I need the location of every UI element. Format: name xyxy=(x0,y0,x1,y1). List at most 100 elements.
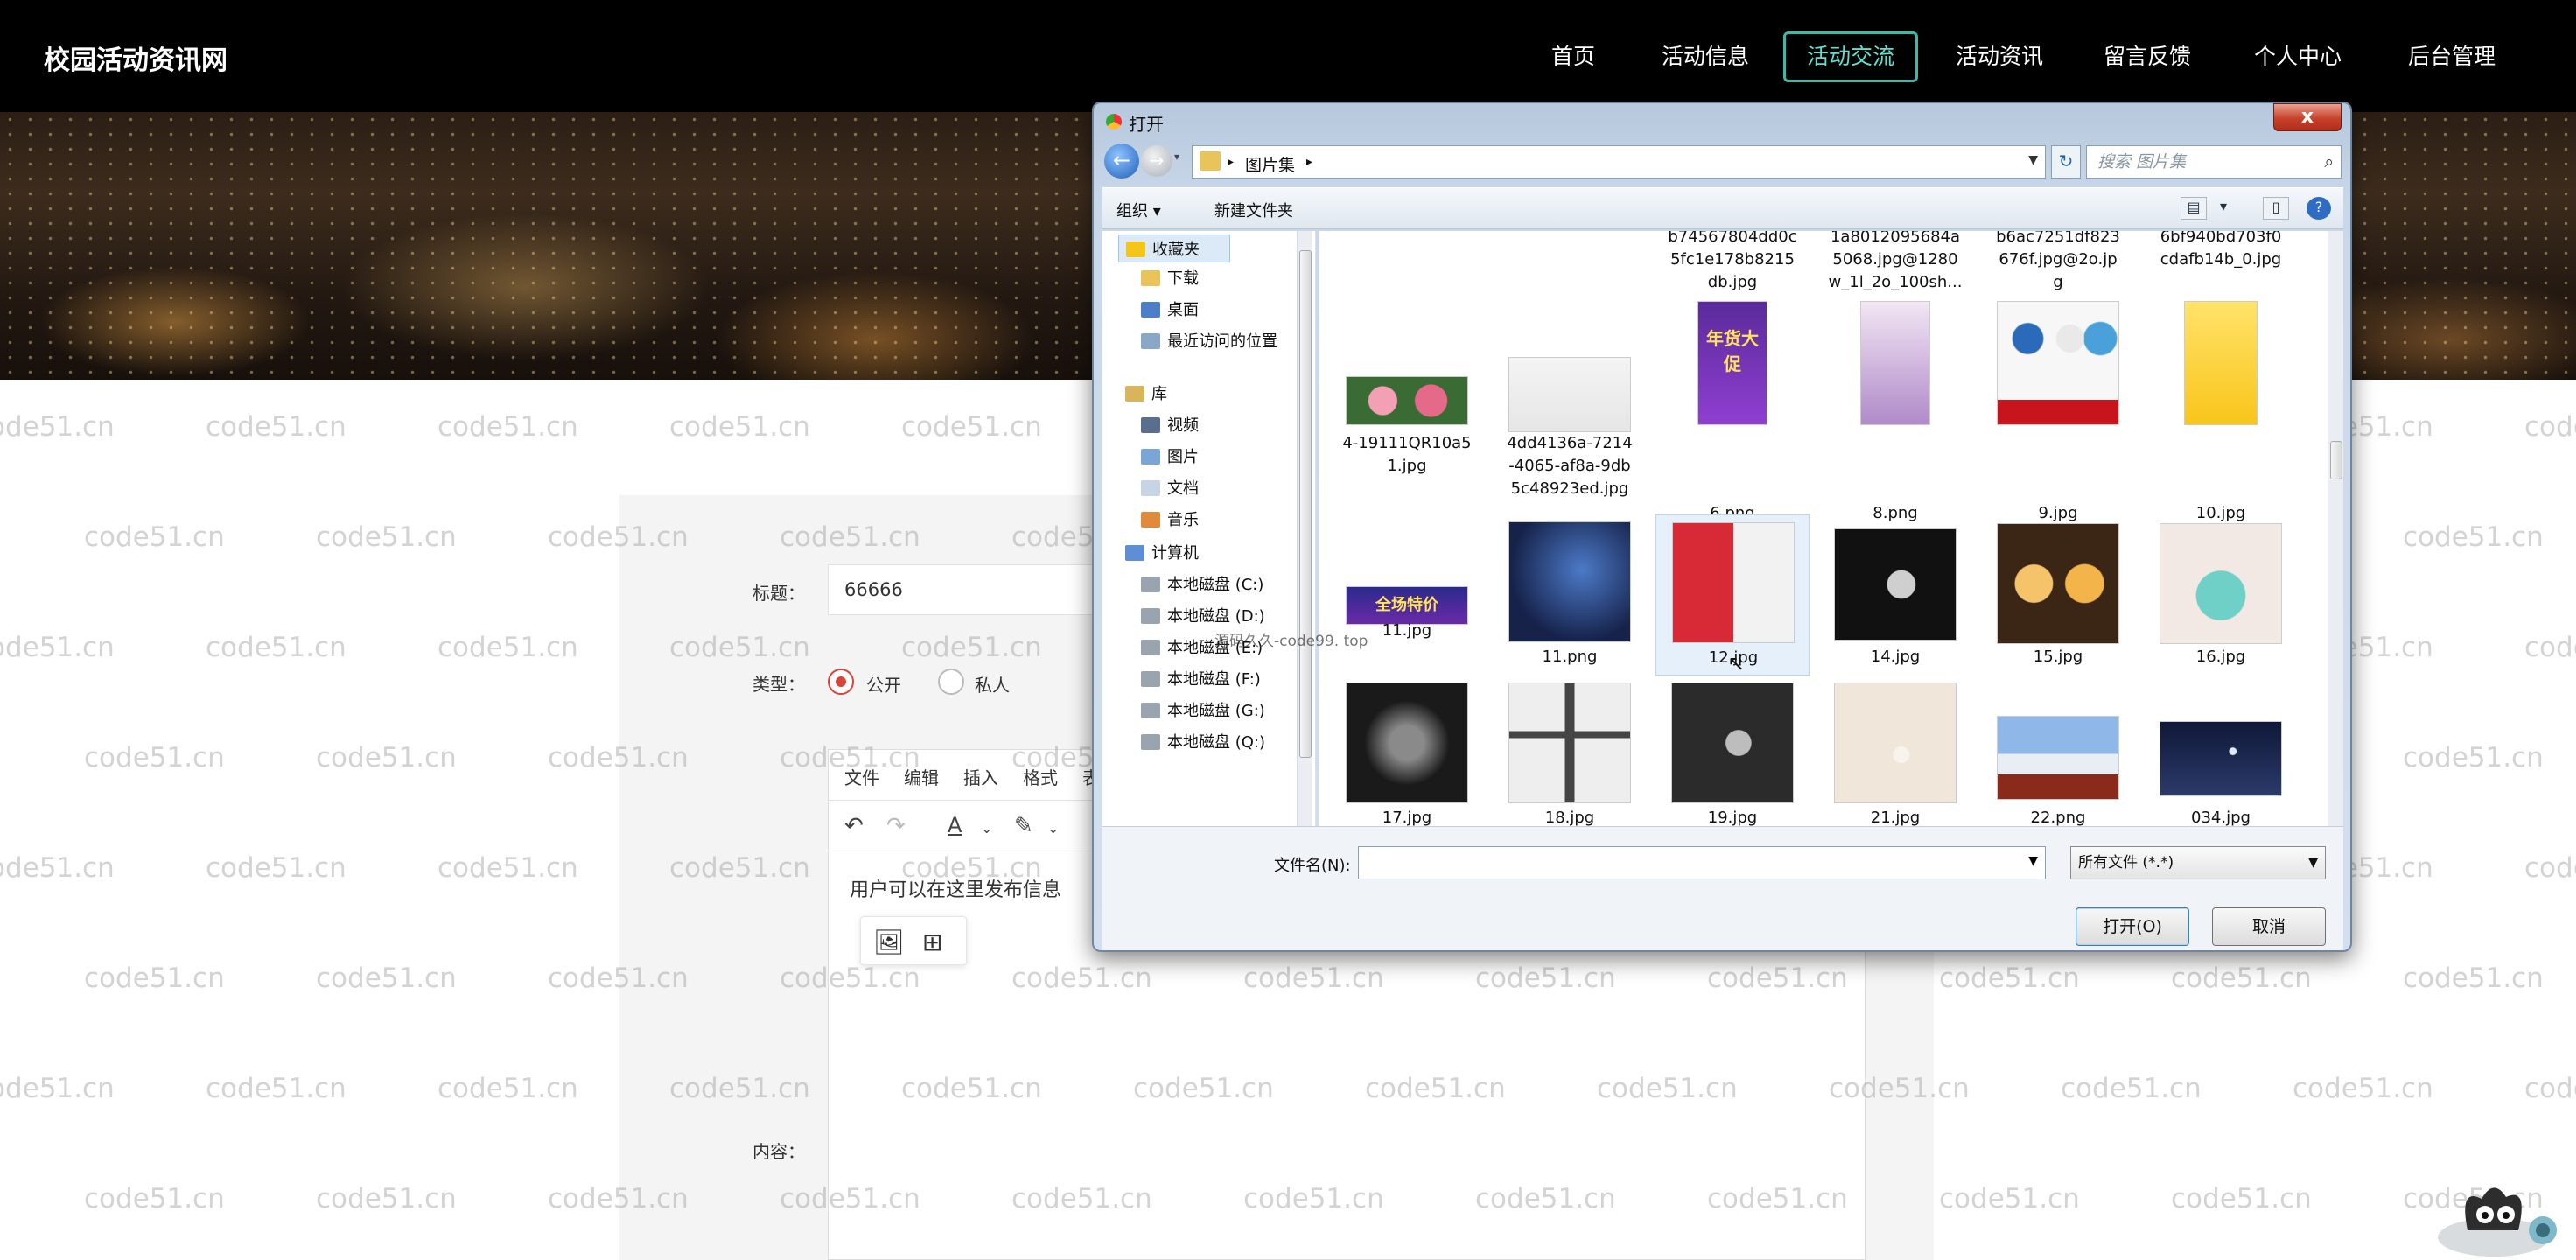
breadcrumb-arrow-icon[interactable]: ▸ xyxy=(1228,155,1234,169)
watermark-text: code51.cn xyxy=(206,852,346,884)
dialog-toolbar: 组织 ▾ 新建文件夹 ▤ ▾ ▯ ? xyxy=(1102,187,2343,229)
chevron-down-icon[interactable]: ▼ xyxy=(2308,847,2318,878)
file-tile[interactable]: 9.jpg xyxy=(1981,301,2135,522)
nav-tree-item[interactable]: 计算机 xyxy=(1125,541,1199,564)
redo-icon[interactable]: ↷ xyxy=(886,813,906,839)
nav-tree-item[interactable]: 桌面 xyxy=(1141,298,1199,320)
file-tile[interactable]: 4dd4136a-7214 -4065-af8a-9db 5c48923ed.j… xyxy=(1493,301,1647,498)
file-tile[interactable]: 8.png xyxy=(1818,301,1972,522)
file-tile[interactable]: b6ac7251df823 676f.jpg@2o.jp g xyxy=(1981,231,2135,299)
file-list-scrollbar[interactable] xyxy=(2328,231,2343,826)
file-tile[interactable]: 11.png xyxy=(1493,514,1647,676)
close-button[interactable]: x xyxy=(2273,103,2342,131)
search-input[interactable]: 搜索 图片集 ⌕ xyxy=(2086,145,2342,178)
thumbnail-text: 全场特价 xyxy=(1376,596,1438,614)
watermark-text: code51.cn xyxy=(84,522,225,553)
nav-personal-center[interactable]: 个人中心 xyxy=(2249,32,2347,82)
new-folder-button[interactable]: 新建文件夹 xyxy=(1214,199,1293,221)
nav-activity-exchange[interactable]: 活动交流 xyxy=(1783,32,1918,82)
nav-tree-item[interactable]: 文档 xyxy=(1141,476,1199,499)
file-tile[interactable]: 17.jpg xyxy=(1330,676,1484,826)
nav-tree-item[interactable]: 收藏夹 xyxy=(1118,234,1230,262)
breadcrumb-arrow-icon[interactable]: ▸ xyxy=(1306,155,1312,169)
nav-tree-item[interactable]: 本地磁盘 (D:) xyxy=(1141,604,1265,626)
file-tile[interactable]: 4-19111QR10a5 1.jpg xyxy=(1330,301,1484,475)
nav-feedback[interactable]: 留言反馈 xyxy=(2098,32,2196,82)
file-tile[interactable]: 1a8012095684a 5068.jpg@1280 w_1l_2o_100s… xyxy=(1818,231,1972,299)
nav-tree-item[interactable]: 最近访问的位置 xyxy=(1141,329,1278,352)
undo-icon[interactable]: ↶ xyxy=(844,813,864,839)
nav-tree-item[interactable]: 下载 xyxy=(1141,266,1199,289)
preview-pane-icon[interactable]: ▯ xyxy=(2263,197,2289,220)
chevron-down-icon[interactable]: ▾ xyxy=(2210,197,2236,220)
nav-tree-item[interactable]: 本地磁盘 (C:) xyxy=(1141,572,1264,595)
watermark-text: code51.cn xyxy=(206,1073,346,1104)
history-dropdown-icon[interactable]: ▾ xyxy=(1174,150,1180,163)
nav-tree-item[interactable]: 本地磁盘 (F:) xyxy=(1141,667,1261,690)
organize-menu[interactable]: 组织 ▾ xyxy=(1116,199,1161,221)
nav-admin[interactable]: 后台管理 xyxy=(2403,32,2501,82)
nav-tree-item[interactable]: 图片 xyxy=(1141,444,1199,467)
nav-tree-item[interactable]: 视频 xyxy=(1141,413,1199,436)
nav-activity-info[interactable]: 活动信息 xyxy=(1657,32,1754,82)
cancel-button[interactable]: 取消 xyxy=(2212,907,2326,946)
file-list-scroll-thumb[interactable] xyxy=(2330,441,2342,480)
file-type-select[interactable]: 所有文件 (*.*) ▼ xyxy=(2070,846,2326,879)
address-bar[interactable]: ▸ 图片集 ▸ ▼ xyxy=(1192,145,2046,178)
file-tile[interactable]: 15.jpg xyxy=(1981,514,2135,676)
radio-public[interactable] xyxy=(828,668,854,695)
nav-tree-item[interactable]: 库 xyxy=(1125,382,1167,404)
nav-tree-item[interactable]: 本地磁盘 (G:) xyxy=(1141,698,1265,721)
watermark-text: code51.cn xyxy=(2171,1183,2312,1214)
file-tile[interactable]: 18.jpg xyxy=(1493,676,1647,826)
help-icon[interactable]: ? xyxy=(2306,197,2331,220)
file-tile[interactable]: 14.jpg xyxy=(1818,514,1972,676)
back-arrow-icon[interactable]: ← xyxy=(1104,144,1139,178)
nav-pane-scrollbar[interactable] xyxy=(1297,231,1312,826)
file-name: 4-19111QR10a5 1.jpg xyxy=(1342,434,1472,475)
nav-activity-news[interactable]: 活动资讯 xyxy=(1951,32,2048,82)
file-thumbnail: 年货大促 xyxy=(1698,301,1768,425)
file-tile[interactable]: 全场特价 11.jpg xyxy=(1330,514,1484,676)
address-dropdown-icon[interactable]: ▼ xyxy=(2028,153,2038,167)
radio-private[interactable] xyxy=(938,668,964,695)
title-label: 标题： xyxy=(752,583,805,604)
editor-menu-insert[interactable]: 插入 xyxy=(963,764,998,789)
nav-pane-scroll-thumb[interactable] xyxy=(1299,250,1312,758)
nav-tree-item[interactable]: 音乐 xyxy=(1141,508,1199,530)
file-tile[interactable]: 19.jpg xyxy=(1656,676,1810,826)
nav-tree-item[interactable]: 本地磁盘 (Q:) xyxy=(1141,730,1265,752)
view-icon[interactable]: ▤ xyxy=(2180,197,2207,220)
file-tile[interactable]: b74567804dd0c 5fc1e178b8215 db.jpg xyxy=(1656,231,1810,299)
filename-input[interactable]: ▼ xyxy=(1358,846,2046,879)
editor-menu-edit[interactable]: 编辑 xyxy=(904,764,939,789)
refresh-icon[interactable]: ↻ xyxy=(2051,145,2081,178)
chevron-down-icon[interactable]: ⌄ xyxy=(1047,820,1059,836)
file-tile[interactable]: 年货大促 6.png xyxy=(1656,301,1810,522)
chevron-down-icon[interactable]: ⌄ xyxy=(981,820,992,836)
file-tile[interactable]: 21.jpg xyxy=(1818,676,1972,826)
forward-arrow-icon[interactable]: → xyxy=(1141,145,1172,177)
image-icon[interactable]: 🖼 xyxy=(873,928,905,956)
editor-body-text[interactable]: 用户可以在这里发布信息 xyxy=(850,874,1061,902)
highlight-icon[interactable]: ✎ xyxy=(1014,813,1033,839)
search-icon[interactable]: ⌕ xyxy=(2324,146,2334,178)
file-tile[interactable]: 16.jpg xyxy=(2144,514,2298,676)
table-icon[interactable]: ⊞ xyxy=(922,928,942,956)
file-tile[interactable]: 034.jpg xyxy=(2144,676,2298,826)
text-color-icon[interactable]: A xyxy=(948,813,962,837)
open-button[interactable]: 打开(O) xyxy=(2076,907,2189,946)
nav-home[interactable]: 首页 xyxy=(1547,32,1600,82)
nav-tree-label: 计算机 xyxy=(1152,544,1199,563)
editor-menu-format[interactable]: 格式 xyxy=(1023,764,1058,789)
folder-icon xyxy=(1141,270,1160,286)
drive-icon xyxy=(1141,671,1160,687)
breadcrumb-pictures[interactable]: 图片集 xyxy=(1245,152,1295,176)
file-tile[interactable]: 10.jpg xyxy=(2144,301,2298,522)
filename-dropdown-icon[interactable]: ▼ xyxy=(2028,854,2038,868)
file-tile[interactable]: 22.png xyxy=(1981,676,2135,826)
file-name: 21.jpg xyxy=(1870,808,1921,826)
site-title[interactable]: 校园活动资讯网 xyxy=(44,38,228,77)
editor-menu-file[interactable]: 文件 xyxy=(844,764,879,789)
file-tile[interactable]: 6bf940bd703f0 cdafb14b_0.jpg xyxy=(2144,231,2298,299)
